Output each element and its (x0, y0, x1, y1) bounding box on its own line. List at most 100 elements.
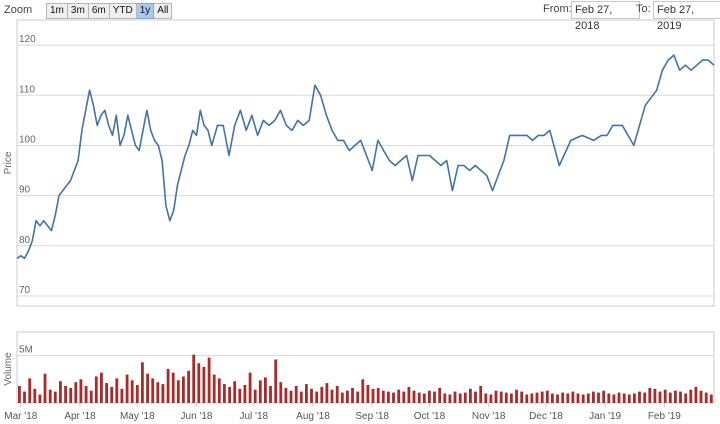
volume-bar (566, 393, 570, 403)
volume-bar (217, 378, 221, 403)
volume-bar (556, 394, 559, 403)
volume-bar (540, 391, 544, 403)
volume-bar (525, 394, 529, 403)
volume-bar (453, 391, 457, 403)
x-tick-label: Dec '18 (529, 411, 563, 422)
volume-bar (592, 391, 595, 403)
volume-bar (284, 387, 288, 403)
volume-bar (115, 378, 119, 403)
volume-bar (110, 386, 114, 403)
volume-bar (146, 373, 149, 403)
volume-bar (89, 390, 93, 403)
x-tick-label: Mar '18 (4, 411, 37, 422)
volume-bar (212, 374, 216, 403)
volume-bar (187, 370, 190, 403)
volume-bar (469, 388, 472, 403)
volume-bar (192, 354, 196, 403)
volume-bar (253, 389, 257, 403)
volume-bar (458, 393, 462, 403)
volume-bar (125, 374, 129, 403)
volume-bar (238, 388, 242, 403)
volume-bar (161, 384, 165, 403)
volume-bar (94, 376, 98, 403)
volume-bar (627, 394, 631, 403)
volume-bar (305, 384, 308, 403)
volume-bar (207, 357, 211, 403)
volume-bar (597, 392, 600, 403)
volume-bar (23, 391, 26, 403)
volume-bar (668, 392, 672, 403)
price-volume-chart: 70 80 90 100 110 120 5M Mar '18 Apr '18 May '18… (3, 19, 715, 422)
volume-bar (130, 380, 134, 403)
volume-bar (325, 383, 329, 403)
volume-bar (438, 387, 442, 403)
x-tick-label: Aug '18 (296, 411, 330, 422)
volume-bar (202, 367, 206, 403)
volume-bar (366, 385, 370, 403)
volume-bar (463, 392, 467, 403)
volume-bar (74, 382, 78, 403)
volume-bar (489, 394, 493, 403)
volume-bar (361, 379, 365, 403)
volume-bar (233, 381, 237, 403)
volume-bar (171, 372, 175, 403)
volume-bar (182, 376, 185, 403)
price-pane-frame (16, 19, 715, 307)
volume-bar (310, 388, 313, 403)
volume-bar (381, 390, 385, 403)
x-tick-label: Jan '19 (589, 411, 621, 422)
volume-bar (141, 362, 144, 403)
x-tick-label: Sep '18 (355, 411, 389, 422)
volume-bar (535, 392, 539, 403)
volume-bar (571, 391, 575, 403)
volume-bar (351, 387, 354, 403)
volume-bar (407, 386, 411, 403)
volume-bar (417, 392, 421, 403)
volume-y-tick-labels: 5M (19, 345, 33, 356)
volume-bar (663, 389, 667, 403)
price-y-tick: 90 (19, 185, 31, 196)
volume-bar (689, 389, 693, 403)
volume-bar (551, 393, 554, 403)
volume-bar (392, 392, 395, 403)
volume-bar (648, 387, 652, 403)
volume-bar (448, 394, 452, 403)
volume-bar (397, 389, 401, 403)
volume-bar (679, 391, 682, 403)
volume-bar (100, 372, 103, 403)
volume-bar (43, 373, 47, 403)
volume-bar (340, 392, 344, 403)
price-series-line[interactable] (16, 54, 715, 260)
volume-bar (53, 391, 57, 403)
volume-bar (156, 382, 160, 403)
volume-bar (607, 393, 611, 403)
volume-bar (638, 391, 641, 403)
volume-bar (561, 392, 565, 403)
volume-bar (243, 385, 247, 403)
x-tick-label: May '18 (120, 411, 155, 422)
volume-bar (274, 359, 278, 403)
volume-bar (479, 386, 483, 403)
price-axis-label: Price (3, 151, 14, 174)
volume-bar (576, 393, 580, 403)
volume-bar (48, 389, 52, 403)
volume-bar (428, 390, 431, 403)
volume-bar (520, 391, 524, 403)
volume-bar (151, 378, 155, 403)
x-tick-label: Apr '18 (64, 411, 96, 422)
volume-bar (622, 393, 626, 403)
volume-bar (633, 393, 636, 403)
volume-bar (709, 394, 713, 403)
volume-bar (120, 388, 124, 403)
x-tick-label: Jul '18 (239, 411, 268, 422)
volume-bar (223, 384, 226, 403)
volume-bar (643, 392, 647, 403)
x-tick-label: Oct '18 (414, 411, 446, 422)
volume-bar (269, 386, 272, 403)
volume-axis-label: Volume (3, 352, 14, 386)
volume-bar (315, 391, 319, 403)
volume-bar (64, 386, 67, 403)
volume-bar (228, 386, 231, 403)
volume-bar (545, 390, 549, 403)
volume-bar (18, 386, 21, 403)
